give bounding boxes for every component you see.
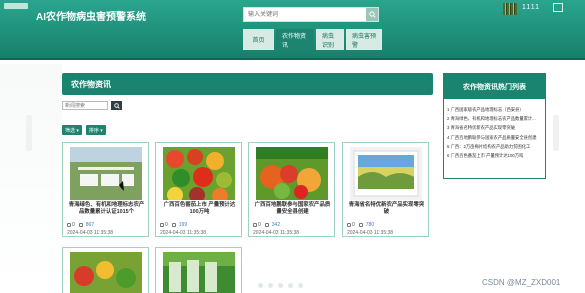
hot-news-title: 农作物资讯热门列表 — [444, 74, 545, 99]
view-count: 867 — [85, 222, 95, 228]
like-count: 0 — [258, 222, 261, 228]
news-title[interactable]: 广西百色番茄上市 产量预计达100万吨 — [160, 202, 239, 216]
news-thumbnail — [163, 147, 235, 200]
carousel-pager — [258, 283, 308, 288]
nav-pest-warning[interactable]: 病虫害预警 — [346, 29, 382, 50]
global-search-button[interactable] — [366, 8, 378, 21]
news-search — [62, 101, 122, 110]
news-meta: 0 780 — [347, 222, 374, 228]
news-thumbnail — [70, 252, 142, 293]
like-icon[interactable] — [67, 223, 71, 227]
hot-news-list: 1 广西国家级农产品地理标志（西安县） 2 青海绿色、有机和地理标志农产品数量累… — [447, 105, 546, 160]
pager-dot[interactable] — [268, 283, 273, 288]
news-meta: 0 867 — [67, 222, 94, 228]
username[interactable]: 1111 — [522, 4, 540, 11]
filter-row: 筛选 ▾ 排序 ▾ — [62, 125, 110, 135]
nav-crop-news[interactable]: 农作物资讯 — [276, 29, 314, 50]
news-thumbnail — [256, 147, 328, 200]
news-thumbnail — [163, 252, 235, 293]
user-menu-toggle[interactable] — [553, 3, 563, 12]
hot-news-panel: 农作物资讯热门列表 1 广西国家级农产品地理标志（西安县） 2 青海绿色、有机和… — [443, 73, 546, 179]
views-icon — [358, 223, 363, 227]
carousel-prev[interactable] — [26, 115, 32, 151]
app-logo — [4, 3, 28, 9]
news-card[interactable] — [62, 247, 149, 293]
section-title: 农作物资讯 — [71, 80, 111, 89]
like-count: 0 — [352, 222, 355, 228]
main-nav: 首页 农作物资讯 病虫识别 病虫害预警 — [243, 29, 384, 50]
nav-pest-recognition[interactable]: 病虫识别 — [316, 29, 344, 50]
hot-news-item[interactable]: 4 广西百地鹏联参与国家农产品质量安全县创建 — [447, 133, 546, 142]
views-icon — [264, 223, 269, 227]
like-icon[interactable] — [347, 223, 351, 227]
like-icon[interactable] — [160, 223, 164, 227]
like-icon[interactable] — [253, 223, 257, 227]
hot-news-item[interactable]: 1 广西国家级农产品地理标志（西安县） — [447, 105, 546, 114]
sort-dropdown[interactable]: 排序 ▾ — [85, 125, 106, 135]
view-count: 780 — [365, 222, 375, 228]
news-thumbnail — [70, 147, 142, 200]
pager-dot[interactable] — [278, 283, 283, 288]
news-date: 2024-04-03 11:35:38 — [67, 230, 114, 236]
hot-news-item[interactable]: 5 广西：2万亩梅片结构农产品助力贫困化工 — [447, 142, 546, 151]
hot-news-item[interactable]: 3 青海省名特优新农产品实现零突破 — [447, 123, 546, 132]
search-icon — [113, 102, 120, 109]
nav-home[interactable]: 首页 — [243, 29, 274, 50]
filter-dropdown[interactable]: 筛选 ▾ — [62, 125, 82, 135]
views-icon — [171, 223, 176, 227]
news-card[interactable]: 青海省名特优新农产品实现零突破 0 780 2024-04-03 11:35:3… — [342, 142, 429, 237]
news-card[interactable]: 青海绿色、有机和地理标志农产品数量累计认证1015个 0 867 2024-04… — [62, 142, 149, 237]
like-count: 0 — [72, 222, 75, 228]
news-search-input[interactable] — [62, 101, 108, 110]
global-search-input[interactable] — [244, 8, 366, 21]
like-count: 0 — [165, 222, 168, 228]
news-card[interactable]: 广西百地鹏联参与国家农产品质量安全县创建 0 342 2024-04-03 11… — [248, 142, 335, 237]
news-meta: 0 342 — [253, 222, 280, 228]
news-title[interactable]: 青海省名特优新农产品实现零突破 — [347, 202, 426, 216]
news-card[interactable] — [155, 247, 242, 293]
carousel-next[interactable] — [553, 115, 559, 151]
news-card[interactable]: 广西百色番茄上市 产量预计达100万吨 0 199 2024-04-03 11:… — [155, 142, 242, 237]
section-header: 农作物资讯 — [62, 73, 433, 95]
avatar[interactable] — [503, 3, 517, 15]
news-date: 2024-04-03 11:35:38 — [253, 230, 300, 236]
watermark: CSDN @MZ_ZXD001 — [482, 278, 561, 287]
hot-news-item[interactable]: 2 青海绿色、有机和地理标志农产品数量累计... — [447, 114, 546, 123]
news-title[interactable]: 广西百地鹏联参与国家农产品质量安全县创建 — [253, 202, 332, 216]
left-background-band — [0, 64, 62, 293]
global-search — [243, 7, 379, 22]
view-count: 199 — [178, 222, 188, 228]
pager-dot[interactable] — [258, 283, 263, 288]
pager-dot[interactable] — [288, 283, 293, 288]
pager-dot[interactable] — [298, 283, 303, 288]
news-date: 2024-04-03 11:35:38 — [160, 230, 207, 236]
header: AI农作物病虫害预警系统 1111 首页 农作物资讯 病虫识别 病虫害预警 — [0, 0, 585, 60]
views-icon — [78, 223, 83, 227]
search-icon — [368, 11, 376, 18]
hot-news-item[interactable]: 6 广西百色番茄上市 产量预计达100万吨 — [447, 151, 546, 160]
news-date: 2024-04-03 11:35:38 — [347, 230, 394, 236]
app-title: AI农作物病虫害预警系统 — [36, 12, 146, 23]
news-search-button[interactable] — [111, 101, 122, 110]
news-title[interactable]: 青海绿色、有机和地理标志农产品数量累计认证1015个 — [67, 202, 146, 216]
view-count: 342 — [271, 222, 281, 228]
news-thumbnail — [350, 147, 422, 200]
news-meta: 0 199 — [160, 222, 187, 228]
